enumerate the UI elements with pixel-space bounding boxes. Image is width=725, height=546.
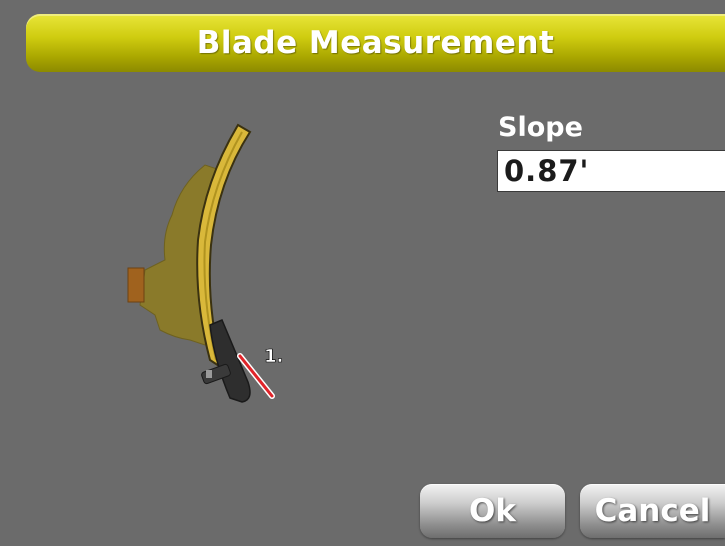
blade-measurement-screen: Blade Measurement 1. Slope 0.87' Ok Canc… [0,0,725,546]
slope-label: Slope [498,112,583,143]
title-bar: Blade Measurement [26,14,725,72]
slope-value-field[interactable]: 0.87' [497,150,725,192]
cancel-button[interactable]: Cancel [580,484,725,538]
blade-illustration: 1. [127,123,284,403]
ok-button[interactable]: Ok [420,484,565,538]
point-marker-label: 1. [264,346,283,367]
page-title: Blade Measurement [196,25,555,61]
blade-bracket [127,267,145,303]
